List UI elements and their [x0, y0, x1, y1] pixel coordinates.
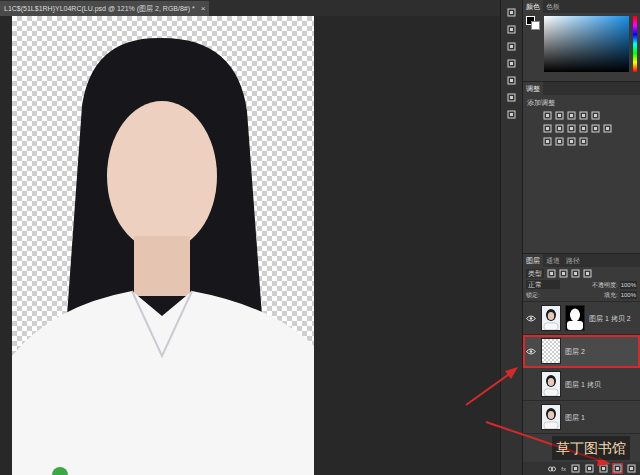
curves-icon[interactable]: [567, 111, 576, 120]
photo-filter-icon[interactable]: [579, 124, 588, 133]
layer-mask-thumbnail[interactable]: [565, 305, 585, 331]
fill-field[interactable]: 100%: [620, 291, 637, 299]
panel-tab[interactable]: 图层: [523, 254, 543, 267]
document-tab[interactable]: L1C$(51L$1RH}YL04RC(LU.psd @ 121% (图层 2,…: [0, 1, 209, 16]
portrait-icon: [12, 16, 314, 475]
panel-tab[interactable]: 色板: [543, 0, 563, 13]
bw-icon[interactable]: [567, 124, 576, 133]
character-icon[interactable]: [507, 42, 516, 51]
layer-thumbnail: [541, 338, 561, 364]
history-icon[interactable]: [507, 8, 516, 17]
exposure-icon[interactable]: [579, 111, 588, 120]
opacity-field[interactable]: 100%: [620, 281, 637, 289]
mixer-icon[interactable]: [591, 124, 600, 133]
levels-icon[interactable]: [555, 111, 564, 120]
layer-thumbnail: [541, 371, 561, 397]
vibrance-icon[interactable]: [591, 111, 600, 120]
hue-icon[interactable]: [543, 124, 552, 133]
adjustment-layer-icon[interactable]: [585, 464, 594, 473]
photoshop-window: L1C$(51L$1RH}YL04RC(LU.psd @ 121% (图层 2,…: [0, 0, 640, 475]
annotation-arrows-icon: [0, 0, 640, 475]
color-picker[interactable]: [544, 16, 629, 72]
filter-shape-icon[interactable]: [583, 269, 592, 278]
threshold-icon[interactable]: [567, 137, 576, 146]
trash-icon[interactable]: [627, 464, 636, 473]
layer-name[interactable]: 图层 1: [565, 413, 585, 422]
color-panel-tabs: 颜色色板: [523, 0, 640, 13]
layer-thumbnail: [541, 404, 561, 430]
layer-row[interactable]: 图层 1 拷贝: [523, 368, 640, 401]
canvas[interactable]: [0, 16, 500, 475]
panel-tab[interactable]: 通道: [543, 254, 563, 267]
panel-tab[interactable]: 路径: [563, 254, 583, 267]
adjustments-panel: 调整添加调整: [523, 82, 640, 254]
actions-icon[interactable]: [507, 93, 516, 102]
watermark: 草丁图书馆: [552, 436, 630, 460]
filter-adjust-icon[interactable]: [559, 269, 568, 278]
layer-name[interactable]: 图层 1 拷贝 2: [589, 314, 631, 323]
blend-mode-select[interactable]: 正常: [526, 280, 560, 289]
layer-row[interactable]: 图层 1 拷贝 2: [523, 302, 640, 335]
panel-tab[interactable]: 调整: [523, 82, 543, 95]
document-title: L1C$(51L$1RH}YL04RC(LU.psd @ 121% (图层 2,…: [4, 4, 195, 13]
fill-label: 填充:: [604, 291, 618, 299]
layer-row[interactable]: 图层 1: [523, 401, 640, 434]
link-icon[interactable]: [548, 466, 556, 472]
photo: [12, 16, 314, 475]
panels-column: 颜色色板调整添加调整图层通道路径类型正常不透明度:100%锁定:填充:100%图…: [522, 0, 640, 475]
layers-bottom-bar: fx: [523, 462, 640, 475]
panel-tab[interactable]: 颜色: [523, 0, 543, 13]
filter-text-icon[interactable]: [571, 269, 580, 278]
fx-button[interactable]: fx: [561, 465, 566, 473]
color-panel: 颜色色板: [523, 0, 640, 82]
paragraph-icon[interactable]: [507, 59, 516, 68]
balance-icon[interactable]: [555, 124, 564, 133]
color-swatches[interactable]: [526, 16, 540, 30]
document-area: L1C$(51L$1RH}YL04RC(LU.psd @ 121% (图层 2,…: [0, 0, 500, 475]
eye-icon: [526, 315, 536, 322]
document-tab-bar: L1C$(51L$1RH}YL04RC(LU.psd @ 121% (图层 2,…: [0, 0, 500, 16]
posterize-icon[interactable]: [555, 137, 564, 146]
visibility-toggle[interactable]: [525, 411, 537, 423]
panel-icon-column: [500, 0, 522, 475]
visibility-toggle[interactable]: [525, 345, 537, 357]
gradient-map-icon[interactable]: [579, 137, 588, 146]
opacity-label: 不透明度:: [592, 281, 618, 289]
close-tab-button[interactable]: ×: [201, 4, 206, 13]
layer-filter[interactable]: 类型: [526, 269, 544, 278]
brightness-icon[interactable]: [543, 111, 552, 120]
layer-thumbnail: [541, 305, 561, 331]
layer-name[interactable]: 图层 2: [565, 347, 585, 356]
lookup-icon[interactable]: [603, 124, 612, 133]
mask-icon[interactable]: [571, 464, 580, 473]
visibility-toggle[interactable]: [525, 312, 537, 324]
lock-label: 锁定:: [526, 291, 540, 299]
hue-slider[interactable]: [633, 16, 637, 72]
new-layer-button[interactable]: [613, 464, 622, 473]
visibility-toggle[interactable]: [525, 378, 537, 390]
filter-pixel-icon[interactable]: [547, 269, 556, 278]
layer-row[interactable]: 图层 2: [523, 335, 640, 368]
brush-icon[interactable]: [507, 76, 516, 85]
swatch-icon[interactable]: [507, 110, 516, 119]
layer-name[interactable]: 图层 1 拷贝: [565, 380, 601, 389]
group-icon[interactable]: [599, 464, 608, 473]
properties-icon[interactable]: [507, 25, 516, 34]
layers-panel-tabs: 图层通道路径: [523, 254, 640, 267]
invert-icon[interactable]: [543, 137, 552, 146]
add-adjustment-label: 添加调整: [523, 95, 640, 107]
eye-icon: [526, 348, 536, 355]
new-layer-icon[interactable]: [613, 464, 622, 473]
